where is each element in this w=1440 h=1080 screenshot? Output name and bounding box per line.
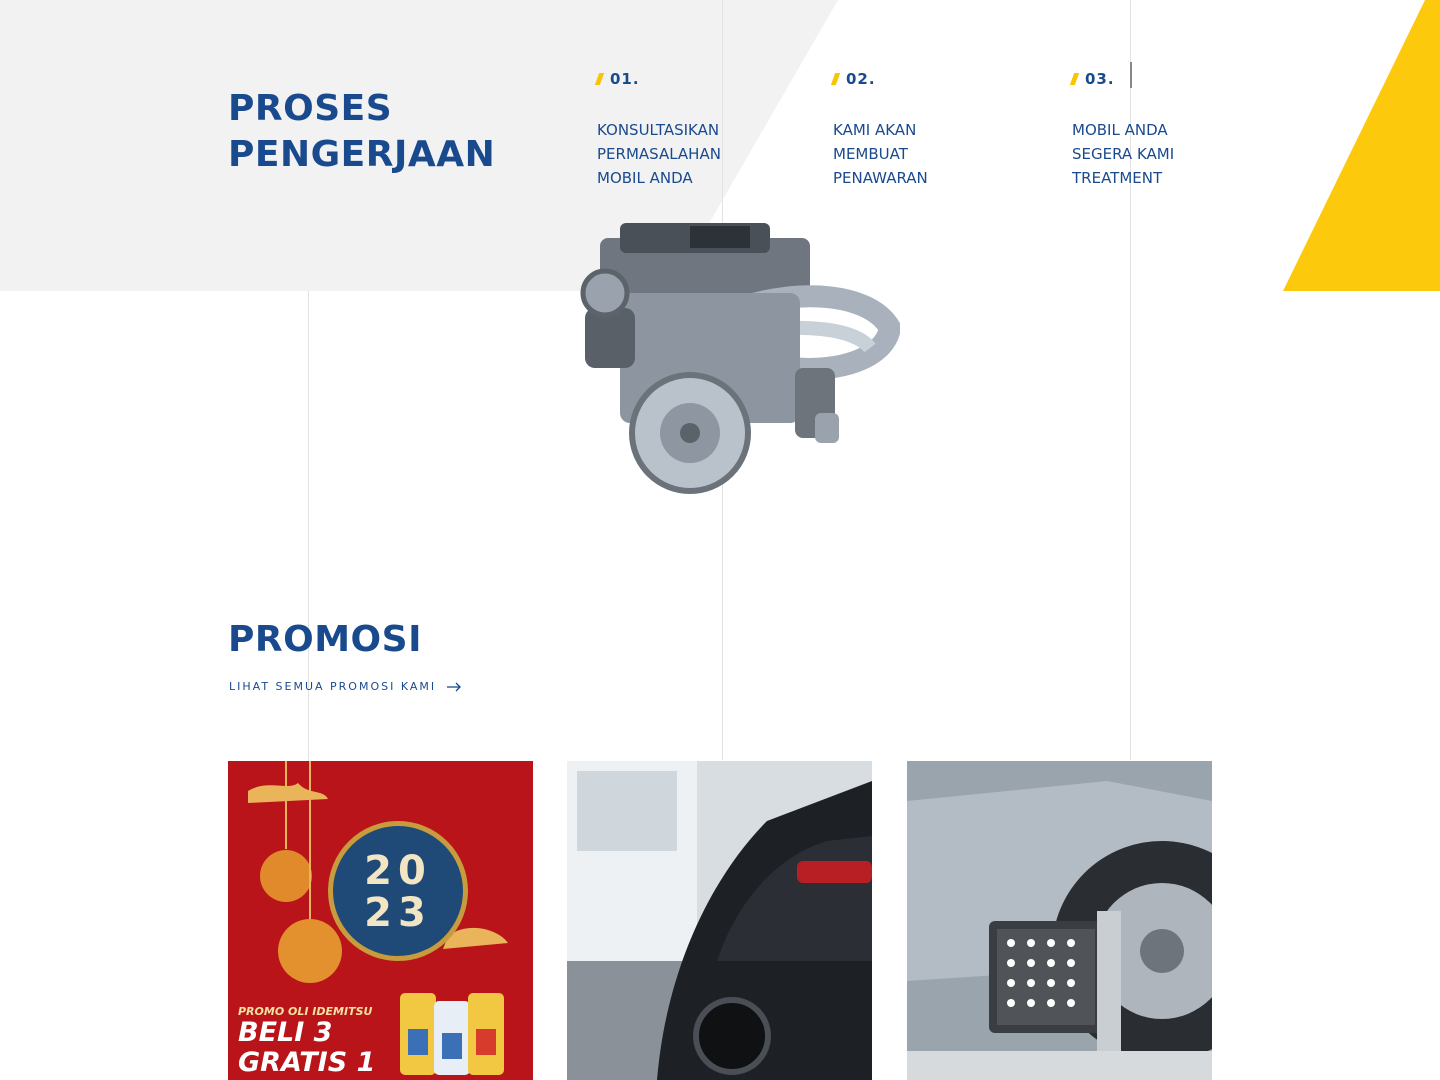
process-step-1: 01. KONSULTASIKAN PERMASALAHAN MOBIL ANDA xyxy=(594,68,787,190)
step-number: 01. xyxy=(610,70,640,88)
view-all-promos-label: LIHAT SEMUA PROMOSI KAMI xyxy=(229,680,437,693)
engine-image xyxy=(540,198,902,508)
step-number: 02. xyxy=(846,70,876,88)
step-description: KAMI AKAN MEMBUAT PENAWARAN xyxy=(833,121,928,187)
slash-icon xyxy=(1069,73,1080,85)
step-description: KONSULTASIKAN PERMASALAHAN MOBIL ANDA xyxy=(597,121,721,187)
process-step-3: 03. MOBIL ANDA SEGERA KAMI TREATMENT xyxy=(1069,68,1262,190)
process-step-2: 02. KAMI AKAN MEMBUAT PENAWARAN xyxy=(830,68,1023,190)
step-description: MOBIL ANDA SEGERA KAMI TREATMENT xyxy=(1072,121,1175,187)
year-badge: 20 23 xyxy=(328,821,468,961)
view-all-promos-link[interactable]: LIHAT SEMUA PROMOSI KAMI xyxy=(229,680,462,693)
slash-icon xyxy=(830,73,841,85)
promo-card-car-wash[interactable] xyxy=(567,761,872,1080)
slash-icon xyxy=(594,73,605,85)
process-title: PROSES PENGERJAAN xyxy=(228,88,496,175)
promo-title: PROMOSI xyxy=(228,619,422,660)
text-cursor xyxy=(1130,62,1132,88)
promo-card-idemitsu[interactable]: 20 23 PROMO OLI IDEMITSU BELI 3 GRATIS 1 xyxy=(228,761,533,1080)
promo-caption: PROMO OLI IDEMITSU BELI 3 GRATIS 1 xyxy=(238,1005,376,1078)
arrow-right-icon xyxy=(447,682,462,691)
promo-card-wheel-alignment[interactable] xyxy=(907,761,1212,1080)
step-number: 03. xyxy=(1085,70,1115,88)
